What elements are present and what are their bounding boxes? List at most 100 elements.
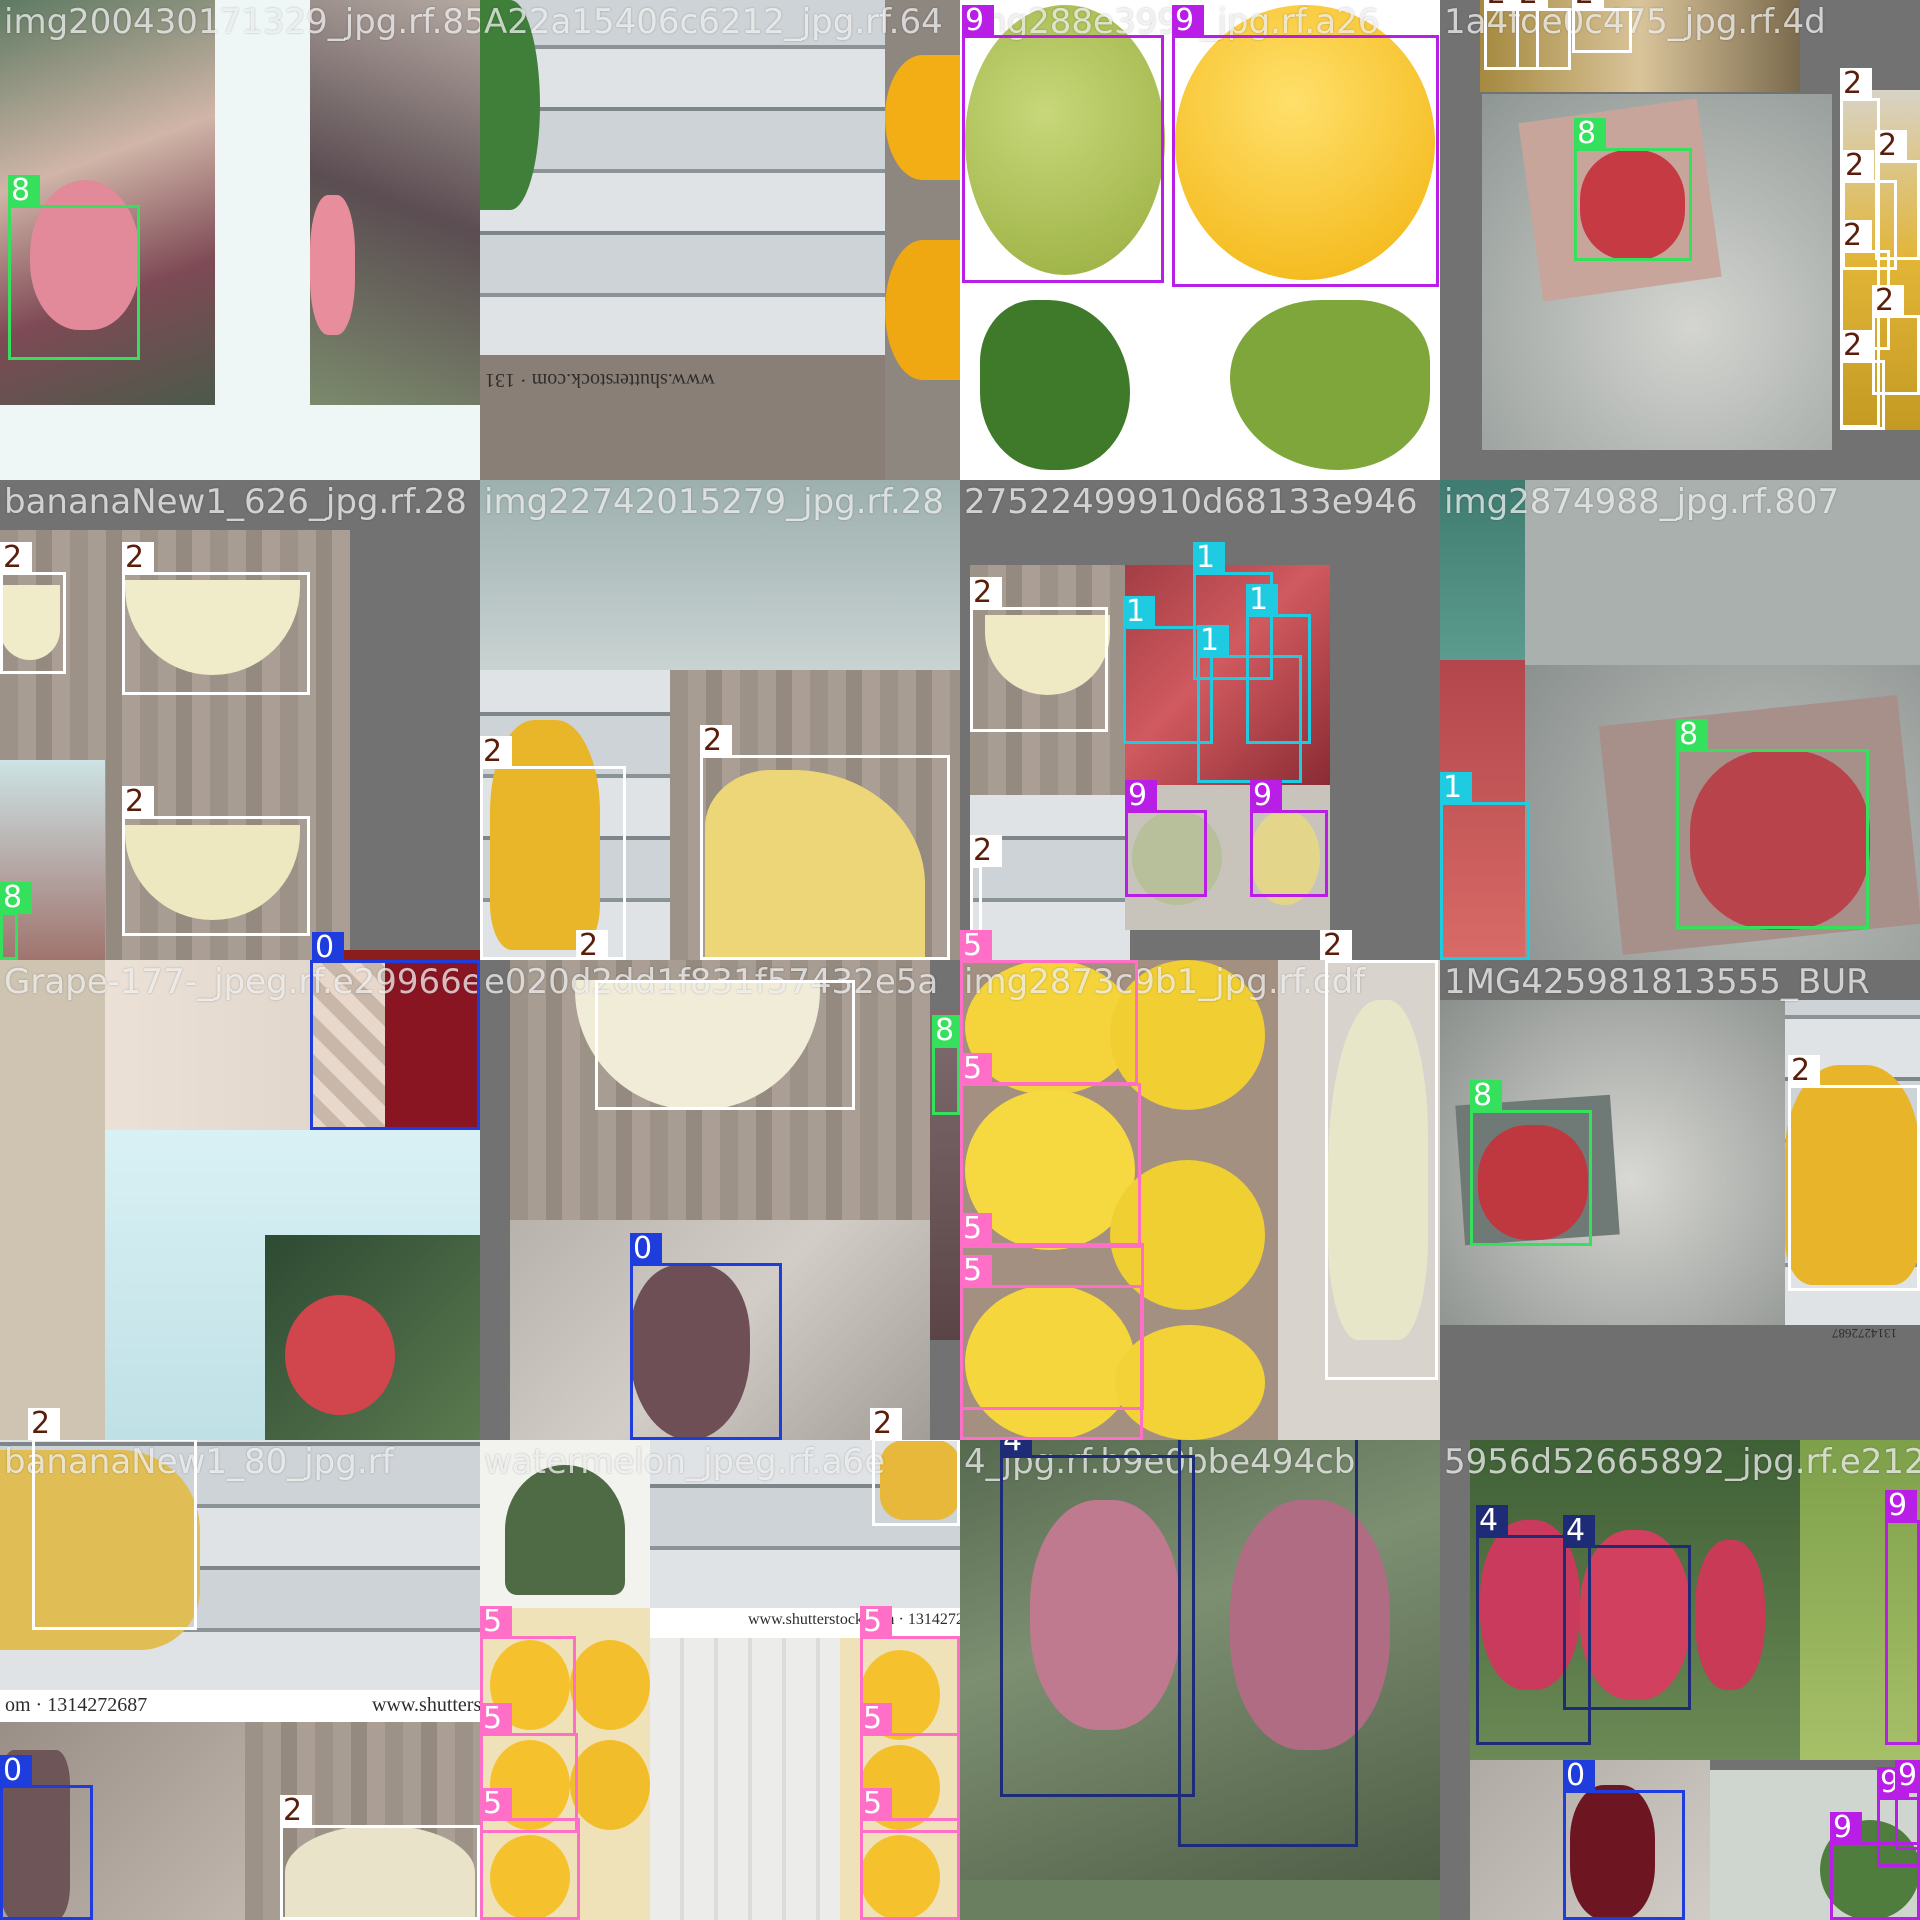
watermark: om · 1314272687 <box>5 1694 148 1716</box>
bbox-label: 4 <box>1563 1515 1595 1547</box>
bbox-banana: 2 <box>0 542 66 674</box>
bbox-label: 1 <box>1440 772 1472 804</box>
bbox-label: 2 <box>1320 930 1352 960</box>
bbox-label: 4 <box>1000 1440 1032 1457</box>
orange-shape <box>885 240 960 380</box>
bbox-label: 8 <box>932 1015 960 1047</box>
bbox-label: 2 <box>576 930 608 960</box>
tile-title: watermelon_jpeg.rf.a6e <box>484 1442 886 1482</box>
bbox-dragon-fruit: 4 <box>1000 1440 1195 1797</box>
strawberry-shape <box>285 1295 395 1415</box>
bbox-label: 0 <box>312 932 344 960</box>
dragon-fruit-shape <box>1695 1540 1765 1690</box>
bbox-label: 9 <box>1830 1812 1862 1844</box>
bbox-label: 2 <box>28 1408 60 1440</box>
bbox-melon: 9 <box>1172 5 1439 287</box>
bbox-label: 2 <box>122 786 154 818</box>
bbox-label: 2 <box>1516 0 1548 10</box>
bbox-label: 2 <box>1875 130 1907 162</box>
tile-2: www.shutterstock.com · 131 A22a15406c621… <box>480 0 960 480</box>
bbox-strawberry: 8 <box>932 1015 960 1115</box>
tile-title: img200430171329_jpg.rf.851 <box>4 2 480 42</box>
bbox-melon: 9 <box>1895 1760 1920 1850</box>
bbox-label: 5 <box>960 1213 992 1245</box>
bbox-label: 2 <box>1572 0 1604 10</box>
bbox-label: 9 <box>962 5 994 37</box>
bbox-banana: 2 <box>1788 1055 1920 1291</box>
tile-title: 5956d52665892_jpg.rf.e212c <box>1444 1442 1920 1482</box>
bbox-label: 9 <box>1125 780 1157 812</box>
tile-3: img288e3992_jpg.rf.a26 9 9 <box>960 0 1440 480</box>
bbox-banana-top <box>32 1440 197 1630</box>
bbox-orange: 5 <box>960 1255 1143 1440</box>
tile-13: om · 1314272687 www.shuttersto bananaNew… <box>0 1440 480 1920</box>
bbox-label: 2 <box>280 1795 312 1827</box>
bbox-strawberry: 8 <box>0 882 32 960</box>
watermark: www.shutterstock.com · 131 <box>485 369 715 391</box>
bbox-label: 2 <box>970 577 1002 609</box>
tile-title: img2874988_jpg.rf.807 <box>1444 482 1840 522</box>
bbox-melon: 9 <box>1885 1490 1920 1745</box>
bbox-orange: 5 <box>480 1788 580 1920</box>
bbox-grape: 0 <box>1563 1760 1685 1920</box>
photo-ground <box>960 1880 1440 1920</box>
bbox-strawberry: 8 <box>8 175 140 360</box>
bbox-label: 1 <box>1197 625 1229 657</box>
bbox-banana-top <box>595 980 855 1110</box>
bbox-label: 5 <box>480 1606 512 1638</box>
bbox-melon: 9 <box>1125 780 1207 897</box>
bbox-label: 8 <box>1574 118 1606 150</box>
photo-wood-planks <box>970 795 1130 960</box>
bbox-label: 5 <box>860 1788 892 1820</box>
tile-1: img200430171329_jpg.rf.851 8 <box>0 0 480 480</box>
bbox-label: 5 <box>860 1703 892 1735</box>
bbox-banana: 2 <box>970 577 1108 732</box>
bbox-label: 9 <box>1172 5 1204 37</box>
bbox-banana: 2 <box>1572 0 1632 53</box>
bbox-label: 2 <box>122 542 154 574</box>
bbox-grape: 0 <box>630 1233 782 1440</box>
bbox-label: 2 <box>1840 330 1872 362</box>
bbox-label: 5 <box>960 1255 992 1287</box>
tile-title: img22742015279_jpg.rf.28 <box>484 482 945 522</box>
photo-paper <box>650 1638 840 1920</box>
bbox-label: 8 <box>0 882 32 914</box>
bbox-dragon-fruit: 4 <box>1563 1515 1691 1710</box>
bbox-dragon-fruit: 4 <box>1178 1440 1358 1847</box>
orange-shape <box>570 1640 650 1730</box>
tile-5: bananaNew1_626_jpg.rf.28 2 2 2 8 0 <box>0 480 480 960</box>
photo-wood-planks <box>480 0 885 355</box>
bbox-label: 2 <box>1872 285 1904 317</box>
bbox-banana: 2 <box>1875 130 1920 260</box>
bbox-melon: 9 <box>1250 780 1328 897</box>
tile-11: img2873c9b1_jpg.rf.cdf 5 5 5 <box>960 960 1440 1440</box>
bbox-label: 2 <box>1842 150 1874 182</box>
tile-title: 1MG425981813555_BUR <box>1444 962 1870 1002</box>
bbox-strawberry: 8 <box>1470 1080 1592 1246</box>
tile-16: 5956d52665892_jpg.rf.e212c 4 4 0 9 9 9 9 <box>1440 1440 1920 1920</box>
bbox-label: 2 <box>0 542 32 574</box>
bbox-label: 5 <box>480 1703 512 1735</box>
bbox-melon: 9 <box>1830 1812 1920 1920</box>
bbox-label: 5 <box>480 1788 512 1820</box>
bbox-strawberry: 8 <box>1574 118 1692 261</box>
bbox-label: 1 <box>1246 584 1278 616</box>
bbox-banana: 2 <box>1840 330 1885 430</box>
leaf-shape <box>505 1465 625 1595</box>
bbox-banana-top <box>872 1440 960 1526</box>
bbox-label: 0 <box>0 1755 32 1787</box>
bbox-label: 5 <box>860 1606 892 1638</box>
bbox-orange-top <box>960 960 1138 1085</box>
tile-title: A22a15406c6212_jpg.rf.64 <box>484 2 943 42</box>
bbox-banana: 2 <box>122 786 310 936</box>
bbox-label: 1 <box>1193 542 1225 574</box>
bbox-apple: 1 <box>1440 772 1530 960</box>
bbox-label: 9 <box>1885 1490 1917 1522</box>
bbox-label: 8 <box>1470 1080 1502 1112</box>
bbox-label: 1 <box>1123 596 1155 628</box>
bbox-label: 2 <box>1484 0 1516 10</box>
tile-14: www.shutterstock.com · 1314272687 waterm… <box>480 1440 960 1920</box>
bbox-strawberry: 8 <box>1676 719 1869 929</box>
bbox-grape: 0 <box>310 960 480 1130</box>
melon-leaf-shape <box>1230 300 1430 470</box>
